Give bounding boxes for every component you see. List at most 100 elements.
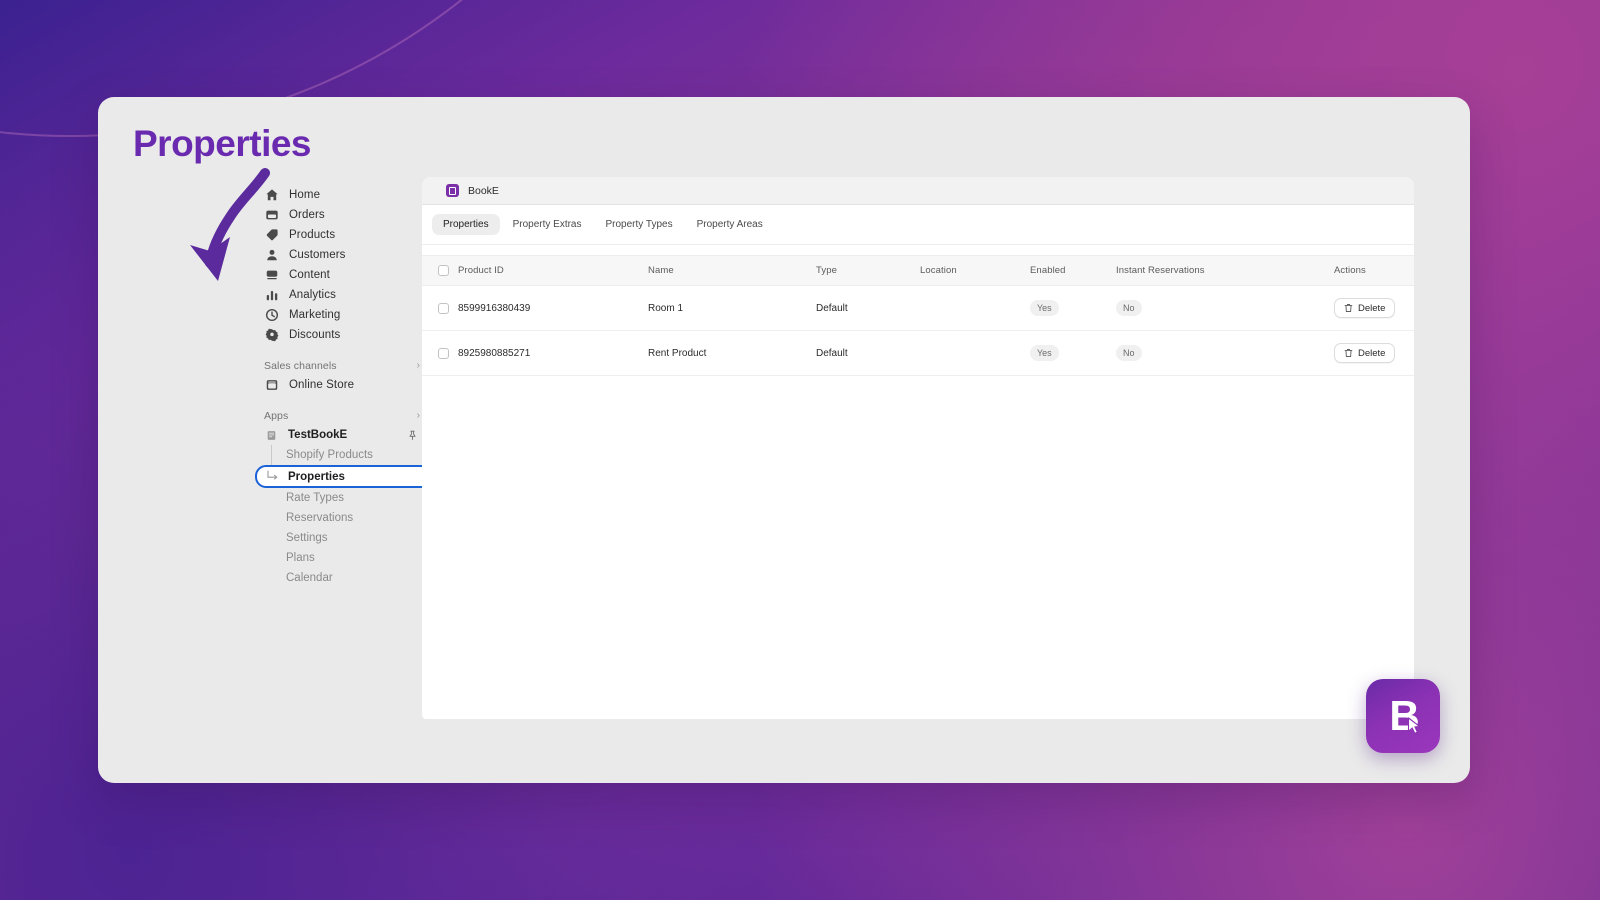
online-store-icon xyxy=(264,378,279,393)
discounts-icon xyxy=(264,328,279,343)
cell-name: Rent Product xyxy=(648,330,816,376)
tree-elbow-icon xyxy=(267,469,279,481)
tab-property-types[interactable]: Property Types xyxy=(595,214,684,235)
sidebar-item-rate-types[interactable]: Rate Types xyxy=(258,488,426,508)
sidebar-item-customers[interactable]: Customers xyxy=(258,245,426,265)
sidebar-item-label: Reservations xyxy=(286,512,354,524)
booke-app-icon xyxy=(446,184,459,197)
delete-button[interactable]: Delete xyxy=(1334,298,1396,318)
trash-icon xyxy=(1344,348,1353,358)
cell-type: Default xyxy=(816,330,920,376)
status-badge: Yes xyxy=(1030,300,1059,316)
header-actions: Actions xyxy=(1334,255,1414,286)
cell-actions: Delete xyxy=(1334,330,1414,376)
table-header-row: Product ID Name Type Location Enabled In… xyxy=(422,255,1414,286)
table-row[interactable]: 8599916380439 Room 1 Default Yes No Dele… xyxy=(422,285,1414,331)
booke-brand-badge[interactable]: B xyxy=(1366,679,1440,753)
cell-enabled: Yes xyxy=(1030,330,1116,376)
sidebar-item-label: Products xyxy=(289,229,336,241)
sidebar-item-calendar[interactable]: Calendar xyxy=(258,568,426,588)
sidebar-item-online-store[interactable]: Online Store xyxy=(258,375,426,395)
select-all-checkbox[interactable] xyxy=(438,265,449,276)
sidebar-section-apps[interactable]: Apps › xyxy=(258,406,426,425)
sidebar-item-label: Rate Types xyxy=(286,492,344,504)
header-instant-reservations[interactable]: Instant Reservations xyxy=(1116,255,1334,286)
sidebar-item-plans[interactable]: Plans xyxy=(258,548,426,568)
cell-product-id: 8925980885271 xyxy=(458,330,648,376)
sidebar-item-label: Discounts xyxy=(289,329,341,341)
sidebar-item-analytics[interactable]: Analytics xyxy=(258,285,426,305)
products-tag-icon xyxy=(264,228,279,243)
sidebar-item-reservations[interactable]: Reservations xyxy=(258,508,426,528)
sidebar-item-settings[interactable]: Settings xyxy=(258,528,426,548)
header-enabled[interactable]: Enabled xyxy=(1030,255,1116,286)
header-product-id[interactable]: Product ID xyxy=(458,255,648,286)
cell-instant-reservations: No xyxy=(1116,330,1334,376)
sidebar-app-subitems: Shopify Products Properties Rate Types R… xyxy=(255,445,508,588)
header-type[interactable]: Type xyxy=(816,255,920,286)
sidebar-section-sales-channels[interactable]: Sales channels › xyxy=(258,356,426,375)
sidebar-item-label: Plans xyxy=(286,552,315,564)
sidebar-item-home[interactable]: Home xyxy=(258,185,426,205)
home-icon xyxy=(264,188,279,203)
main-panel: BookE Properties Property Extras Propert… xyxy=(422,177,1414,719)
delete-button[interactable]: Delete xyxy=(1334,343,1396,363)
properties-table: Product ID Name Type Location Enabled In… xyxy=(422,255,1414,376)
cell-enabled: Yes xyxy=(1030,285,1116,331)
row-select-cell xyxy=(422,285,458,331)
table-row[interactable]: 8925980885271 Rent Product Default Yes N… xyxy=(422,330,1414,376)
panel-app-title: BookE xyxy=(468,184,499,197)
sidebar-item-products[interactable]: Products xyxy=(258,225,426,245)
tab-properties[interactable]: Properties xyxy=(432,214,500,235)
delete-button-label: Delete xyxy=(1358,347,1386,359)
sidebar-item-discounts[interactable]: Discounts xyxy=(258,325,426,345)
cursor-arrow-icon xyxy=(1407,717,1423,735)
sidebar-app-testbooke[interactable]: TestBookE xyxy=(258,425,426,445)
header-select-all xyxy=(422,255,458,286)
cell-location xyxy=(920,285,1030,331)
sidebar-item-orders[interactable]: Orders xyxy=(258,205,426,225)
marketing-megaphone-icon xyxy=(264,308,279,323)
cell-product-id: 8599916380439 xyxy=(458,285,648,331)
sidebar-item-label: Content xyxy=(289,269,330,281)
sidebar-item-shopify-products[interactable]: Shopify Products xyxy=(258,445,426,465)
row-select-cell xyxy=(422,330,458,376)
sidebar-item-content[interactable]: Content xyxy=(258,265,426,285)
cell-instant-reservations: No xyxy=(1116,285,1334,331)
panel-topbar: BookE xyxy=(422,177,1414,205)
sidebar-item-label: Shopify Products xyxy=(286,449,373,461)
pin-icon[interactable] xyxy=(405,428,420,443)
header-name[interactable]: Name xyxy=(648,255,816,286)
sidebar-item-marketing[interactable]: Marketing xyxy=(258,305,426,325)
status-badge: No xyxy=(1116,300,1142,316)
analytics-bars-icon xyxy=(264,288,279,303)
tab-property-extras[interactable]: Property Extras xyxy=(502,214,593,235)
sidebar-item-label: Customers xyxy=(289,249,346,261)
chevron-right-icon: › xyxy=(416,359,420,371)
app-name-label: TestBookE xyxy=(288,429,348,441)
table-head: Product ID Name Type Location Enabled In… xyxy=(422,255,1414,286)
row-checkbox[interactable] xyxy=(438,347,449,359)
panel-tabs: Properties Property Extras Property Type… xyxy=(422,205,1414,245)
content-icon xyxy=(264,268,279,283)
orders-inbox-icon xyxy=(264,208,279,223)
sidebar-item-label: Analytics xyxy=(289,289,336,301)
cell-location xyxy=(920,330,1030,376)
chevron-right-icon: › xyxy=(416,409,420,421)
row-checkbox[interactable] xyxy=(438,302,449,314)
sidebar-item-label: Properties xyxy=(288,470,345,483)
header-location[interactable]: Location xyxy=(920,255,1030,286)
sidebar-item-label: Settings xyxy=(286,532,328,544)
app-screenshot-card: Properties Home Orders Products Customer… xyxy=(98,97,1470,783)
cell-name: Room 1 xyxy=(648,285,816,331)
sidebar-item-label: Marketing xyxy=(289,309,341,321)
app-icon xyxy=(264,428,279,443)
booke-app-icon-glyph xyxy=(449,186,456,195)
tab-property-areas[interactable]: Property Areas xyxy=(686,214,774,235)
properties-table-wrapper: Product ID Name Type Location Enabled In… xyxy=(422,245,1414,376)
sidebar-item-label: Calendar xyxy=(286,572,333,584)
customers-person-icon xyxy=(264,248,279,263)
section-label: Sales channels xyxy=(264,359,337,372)
cell-actions: Delete xyxy=(1334,285,1414,331)
